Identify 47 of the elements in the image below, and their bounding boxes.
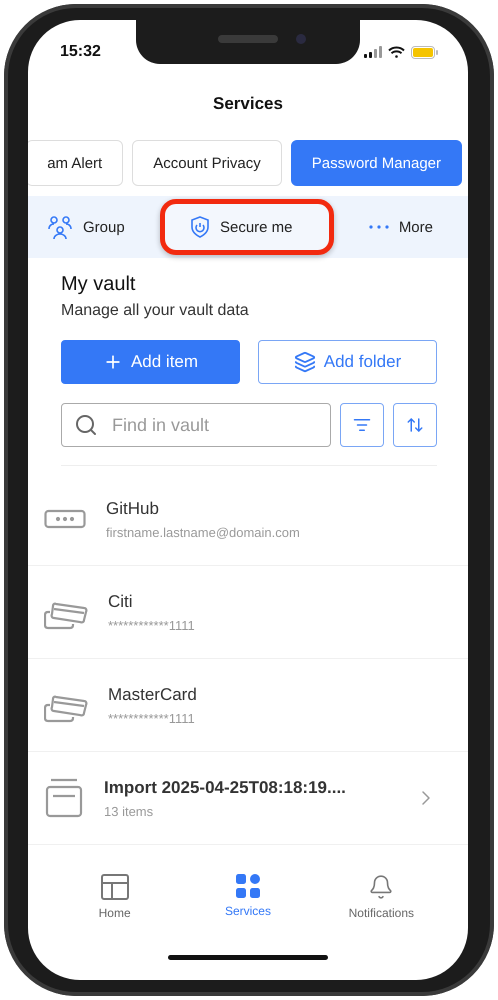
nav-item[interactable]: Services [192, 874, 303, 918]
nav-item[interactable]: Home [60, 874, 170, 920]
vault-item[interactable]: MasterCard ************1111 [28, 659, 468, 752]
shield-power-icon [190, 216, 210, 238]
battery-icon [411, 46, 438, 58]
filter-button[interactable] [340, 403, 384, 447]
wifi-icon [388, 46, 405, 58]
menu-item[interactable]: More [364, 199, 438, 255]
nav-item[interactable]: Notifications [326, 874, 436, 920]
bell-icon [368, 874, 394, 900]
vault-item[interactable]: Citi ************1111 [28, 566, 468, 659]
item-detail: firstname.lastname@domain.com [106, 524, 301, 540]
page-title: Services [212, 93, 284, 115]
item-name: Citi [108, 592, 134, 612]
menu-item[interactable]: Secure me [160, 199, 334, 255]
signal-icon [364, 46, 382, 58]
service-tab[interactable]: am Alert [28, 140, 124, 186]
grid-icon [236, 874, 260, 898]
item-detail: 13 items [104, 804, 154, 818]
service-tab[interactable]: Account Privacy [132, 140, 282, 186]
group-icon [47, 214, 73, 240]
item-detail: ************1111 [108, 710, 196, 726]
status-time: 15:32 [60, 43, 101, 61]
item-name: MasterCard [108, 684, 198, 704]
sort-icon [406, 416, 424, 434]
archive-icon [44, 778, 84, 818]
search-field[interactable]: Find in vault [61, 403, 331, 447]
sort-button[interactable] [393, 403, 437, 447]
vault-subtitle: Manage all your vault data [61, 301, 250, 321]
layout-icon [100, 874, 129, 900]
item-name: GitHub [106, 498, 160, 518]
vault-item[interactable]: Import 2025-04-25T08:18:19.... 13 items [28, 752, 468, 845]
add-folder-button[interactable]: Add folder [258, 340, 437, 384]
more-icon [368, 225, 389, 229]
menu-item[interactable]: Group [42, 199, 130, 255]
service-tab[interactable]: Password Manager [290, 140, 462, 186]
item-detail: ************1111 [108, 618, 196, 632]
vault-title: My vault [61, 272, 136, 296]
filter-icon [353, 416, 371, 434]
vault-item[interactable]: GitHub firstname.lastname@domain.com [28, 473, 468, 566]
item-name: Import 2025-04-25T08:18:19.... [104, 778, 347, 798]
speaker [218, 35, 278, 43]
layers-icon [294, 351, 316, 373]
search-icon [74, 413, 98, 437]
add-item-button[interactable]: Add item [61, 340, 240, 384]
password-field-icon [44, 509, 86, 529]
camera [296, 34, 306, 44]
